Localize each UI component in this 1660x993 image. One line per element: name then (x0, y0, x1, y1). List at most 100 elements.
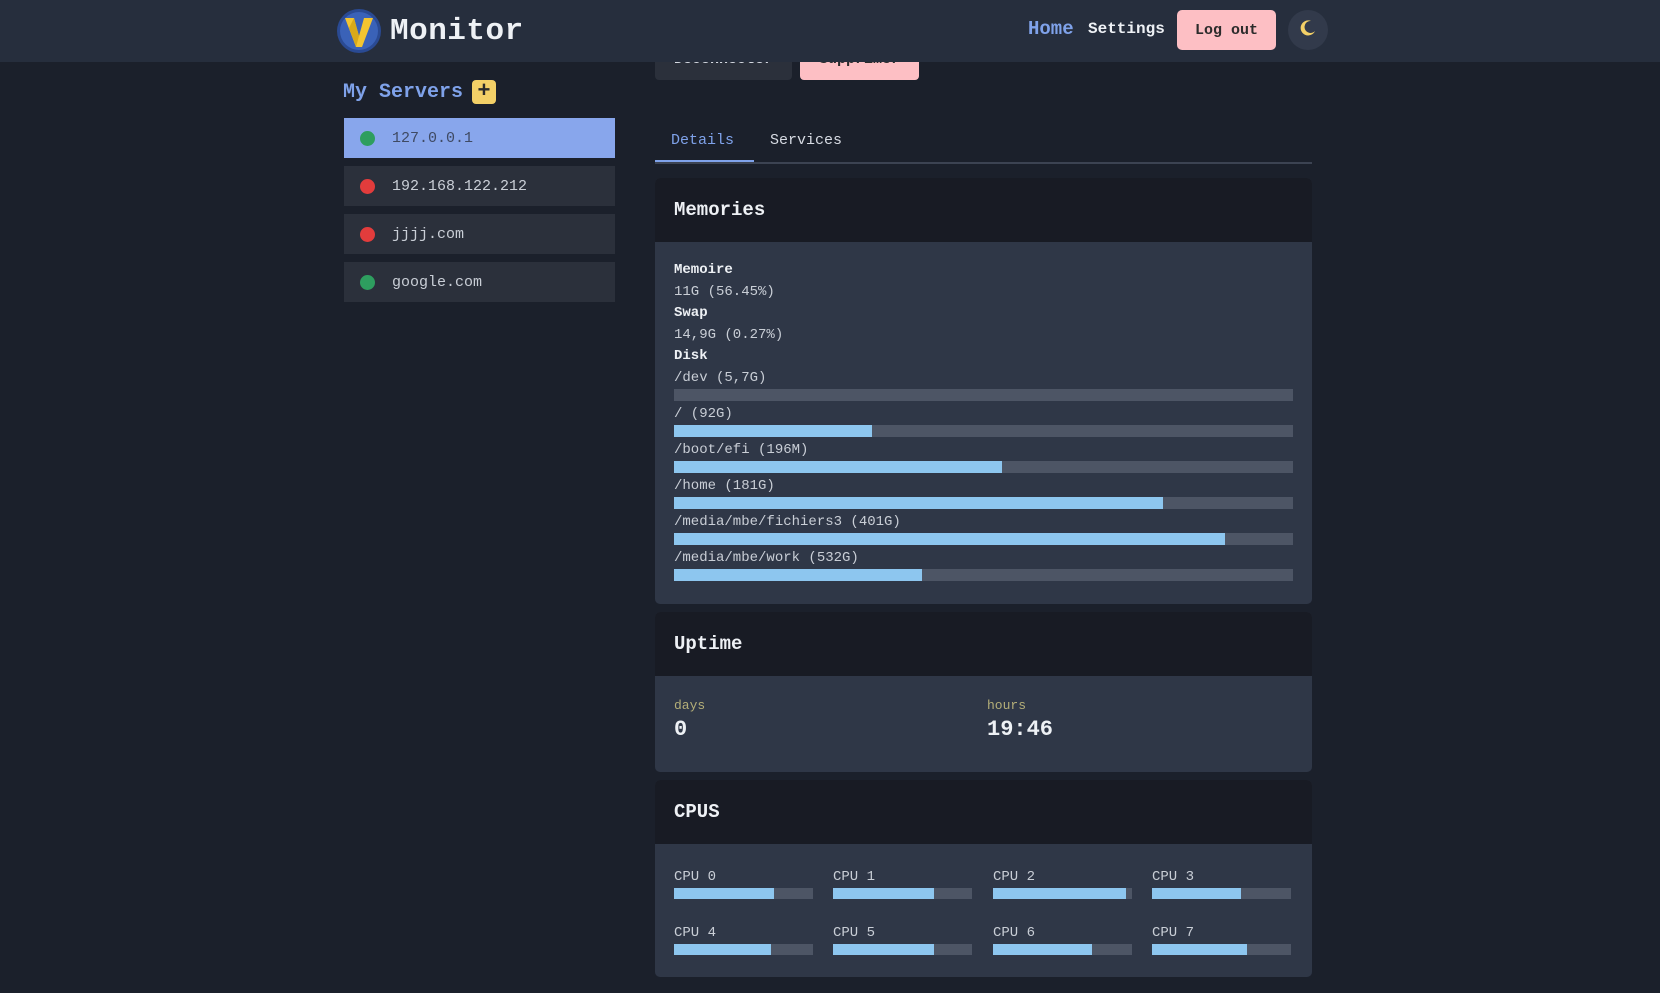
detail-tabs: Details Services (655, 120, 1312, 164)
moon-icon (1299, 19, 1317, 42)
nav-settings-link[interactable]: Settings (1088, 20, 1165, 38)
disk-usage-bar (674, 461, 1293, 473)
disk-usage-bar (674, 569, 1293, 581)
cpu-usage-bar (674, 888, 813, 899)
disk-label: Disk (674, 348, 708, 364)
servers-title: My Servers (343, 80, 464, 104)
cpu-usage-fill (833, 888, 935, 899)
brand[interactable]: Monitor (336, 8, 524, 54)
cpu-usage-bar (993, 888, 1132, 899)
tab-details[interactable]: Details (671, 132, 734, 149)
top-navbar: Monitor Home Settings Log out (0, 0, 1660, 62)
disk-usage-bar (674, 497, 1293, 509)
memories-card: Memories Memoire 11G (56.45%) Swap 14,9G… (655, 178, 1312, 604)
memories-title: Memories (674, 199, 766, 221)
status-down-icon (360, 178, 375, 194)
cpu-item: CPU 2 (993, 866, 1132, 899)
disk-usage-fill (674, 569, 922, 581)
cpu-item: CPU 5 (833, 922, 972, 955)
uptime-hours-label: hours (987, 698, 1027, 713)
cpu-label: CPU 6 (993, 925, 1036, 941)
memory-label: Memoire (674, 262, 733, 278)
cpu-label: CPU 7 (1152, 925, 1195, 941)
cpu-item: CPU 3 (1152, 866, 1291, 899)
cpu-item: CPU 0 (674, 866, 813, 899)
swap-label: Swap (674, 305, 708, 321)
cpu-usage-fill (1152, 944, 1247, 955)
memory-value: 11G (56.45%) (674, 284, 775, 300)
active-tab-indicator (655, 160, 754, 162)
uptime-days: days 0 (674, 698, 705, 742)
status-up-icon (360, 274, 375, 290)
cpu-item: CPU 6 (993, 922, 1132, 955)
cpus-card-header: CPUS (655, 780, 1312, 844)
add-server-button[interactable]: + (472, 80, 497, 104)
cpus-title: CPUS (674, 801, 720, 823)
disk-usage-fill (674, 461, 1003, 473)
cpu-item: CPU 7 (1152, 922, 1291, 955)
server-label: 127.0.0.1 (392, 129, 474, 147)
server-item[interactable]: google.com (344, 262, 615, 302)
cpu-usage-bar (833, 888, 972, 899)
disk-name: / (92G) (674, 406, 733, 422)
memories-card-body: Memoire 11G (56.45%) Swap 14,9G (0.27%) … (655, 242, 1312, 581)
status-down-icon (360, 226, 375, 242)
uptime-title: Uptime (674, 633, 743, 655)
server-label: jjjj.com (392, 225, 465, 243)
disk-name: /dev (5,7G) (674, 370, 767, 386)
disk-usage-bar (674, 425, 1293, 437)
disk-name: /media/mbe/fichiers3 (401G) (674, 514, 901, 530)
v-logo-icon (336, 8, 382, 54)
memories-card-header: Memories (655, 178, 1312, 242)
tab-services[interactable]: Services (770, 132, 842, 149)
server-list: 127.0.0.1 192.168.122.212 jjjj.com googl… (344, 118, 615, 310)
cpu-usage-bar (674, 944, 813, 955)
cpus-card: CPUS CPU 0 CPU 1 CPU 2 CPU 3 CPU 4 CPU 5… (655, 780, 1312, 977)
cpu-label: CPU 4 (674, 925, 717, 941)
cpu-usage-bar (833, 944, 972, 955)
disk-usage-fill (674, 533, 1225, 545)
cpu-usage-fill (993, 944, 1092, 955)
cpu-label: CPU 1 (833, 869, 876, 885)
cpu-usage-bar (1152, 944, 1291, 955)
uptime-card: Uptime days 0 hours 19:46 (655, 612, 1312, 772)
cpu-usage-fill (1152, 888, 1241, 899)
logout-button[interactable]: Log out (1177, 10, 1276, 50)
server-label: google.com (392, 273, 483, 291)
cpu-item: CPU 1 (833, 866, 972, 899)
uptime-days-label: days (674, 698, 706, 713)
uptime-card-body: days 0 hours 19:46 (655, 676, 1312, 772)
cpu-usage-fill (674, 888, 775, 899)
server-item[interactable]: jjjj.com (344, 214, 615, 254)
disk-usage-fill (674, 425, 873, 437)
status-up-icon (360, 130, 375, 146)
cpu-usage-fill (674, 944, 772, 955)
cpu-usage-bar (1152, 888, 1291, 899)
swap-value: 14,9G (0.27%) (674, 327, 784, 343)
disk-usage-bar (674, 389, 1293, 401)
cpu-label: CPU 2 (993, 869, 1036, 885)
uptime-hours: hours 19:46 (987, 698, 1053, 742)
servers-header: My Servers + (343, 80, 497, 104)
disk-name: /home (181G) (674, 478, 775, 494)
server-item[interactable]: 127.0.0.1 (344, 118, 615, 158)
uptime-hours-value: 19:46 (987, 717, 1054, 742)
cpu-usage-fill (993, 888, 1127, 899)
cpu-grid: CPU 0 CPU 1 CPU 2 CPU 3 CPU 4 CPU 5 CPU … (655, 844, 1312, 977)
cpu-item: CPU 4 (674, 922, 813, 955)
theme-toggle-button[interactable] (1288, 10, 1328, 50)
cpu-usage-fill (833, 944, 935, 955)
uptime-card-header: Uptime (655, 612, 1312, 676)
cpu-label: CPU 3 (1152, 869, 1195, 885)
server-item[interactable]: 192.168.122.212 (344, 166, 615, 206)
cpu-usage-bar (993, 944, 1132, 955)
disk-name: /media/mbe/work (532G) (674, 550, 859, 566)
brand-name: Monitor (390, 13, 524, 49)
server-label: 192.168.122.212 (392, 177, 528, 195)
uptime-days-value: 0 (674, 717, 688, 742)
disk-usage-bar (674, 533, 1293, 545)
cpu-label: CPU 5 (833, 925, 876, 941)
cpu-label: CPU 0 (674, 869, 717, 885)
nav-home-link[interactable]: Home (1028, 18, 1074, 40)
disk-name: /boot/efi (196M) (674, 442, 809, 458)
